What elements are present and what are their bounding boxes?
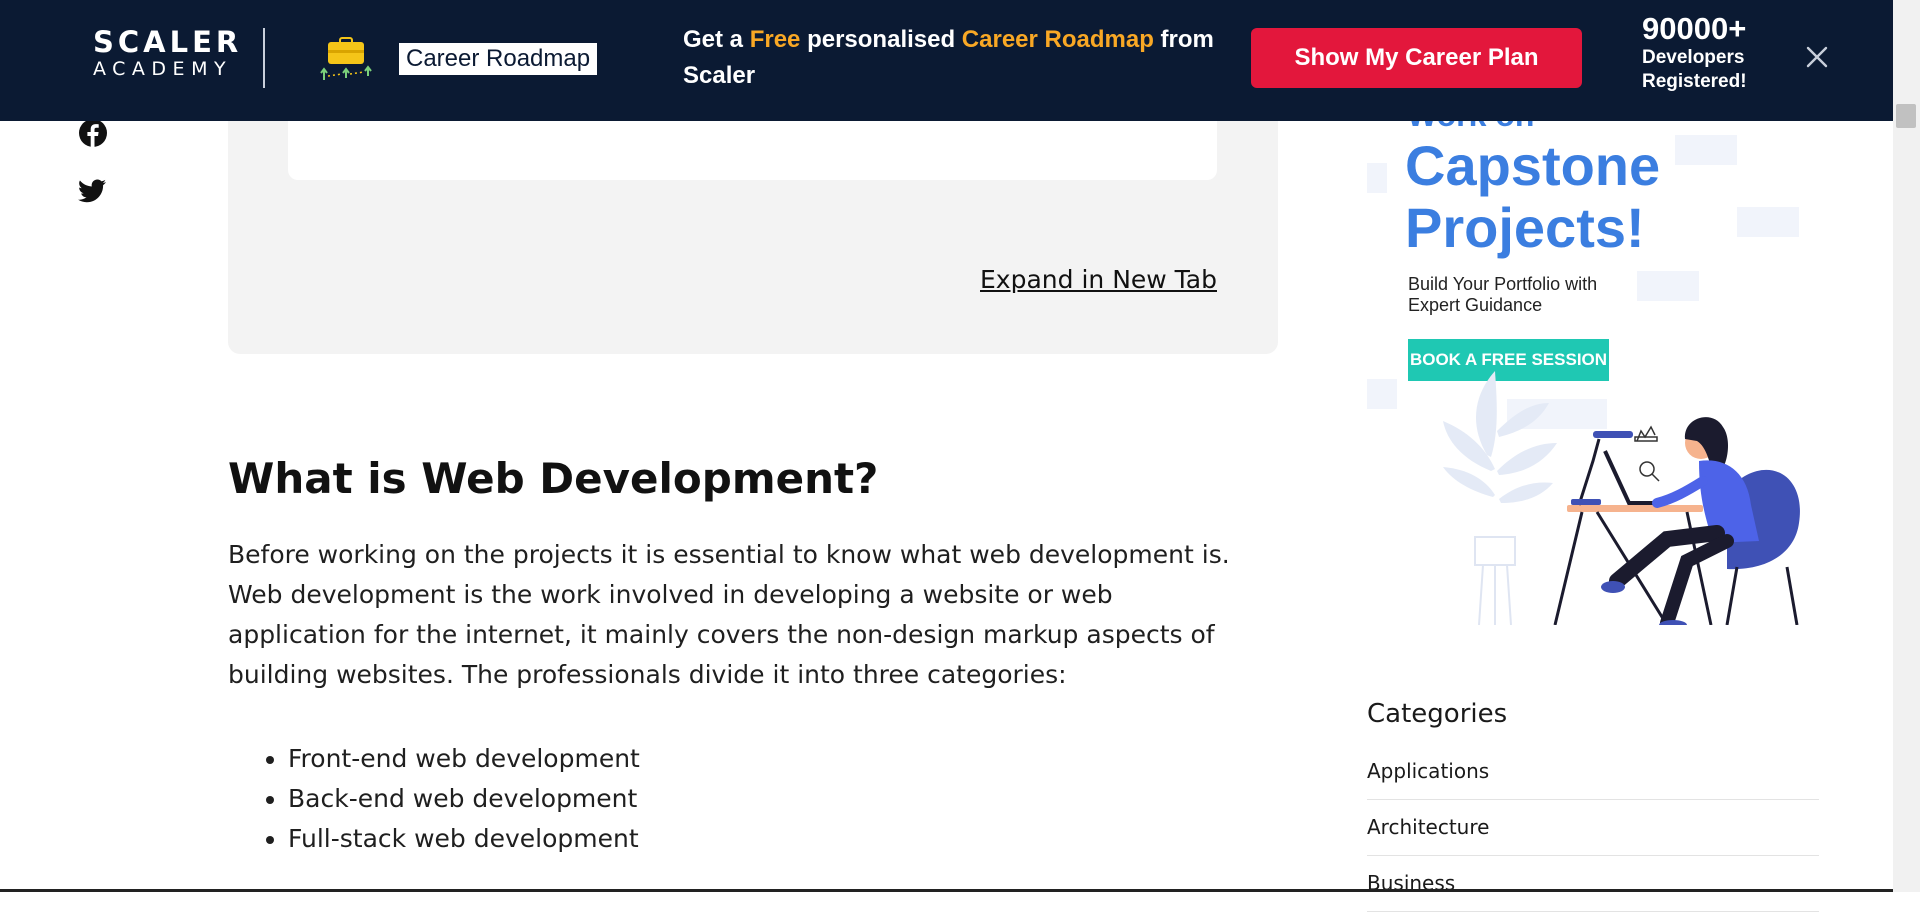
promo-highlight-free: Free bbox=[749, 26, 801, 53]
developer-count-caption: Developers bbox=[1642, 47, 1745, 68]
scrollbar-thumb[interactable] bbox=[1896, 104, 1916, 128]
developer-count: 90000+ Developers Registered! bbox=[1642, 12, 1772, 94]
logo-text-top: SCALER bbox=[93, 25, 243, 59]
ad-headline-line: Capstone bbox=[1405, 134, 1661, 197]
promo-text: Get a Free personalised Career Roadmap f… bbox=[683, 22, 1243, 94]
page-scrollbar[interactable] bbox=[1893, 0, 1920, 892]
categories-title: Categories bbox=[1367, 699, 1508, 729]
capstone-ad[interactable]: Work on Capstone Projects! Build Your Po… bbox=[1367, 121, 1807, 625]
list-item: Front-end web development bbox=[288, 739, 1268, 779]
category-list: Front-end web development Back-end web d… bbox=[228, 739, 1268, 859]
list-item: Back-end web development bbox=[288, 779, 1268, 819]
developer-count-number: 90000+ bbox=[1642, 11, 1747, 46]
promo-banner: SCALER ACADEMY Career Roadmap Get a Free… bbox=[0, 0, 1893, 121]
promo-highlight-roadmap: Career Roadmap bbox=[961, 26, 1154, 53]
ad-decoration bbox=[1367, 163, 1387, 193]
logo-text-bottom: ACADEMY bbox=[93, 58, 233, 80]
facebook-icon[interactable] bbox=[78, 118, 108, 148]
category-item-applications[interactable]: Applications bbox=[1367, 744, 1819, 800]
scaler-academy-logo[interactable]: SCALER ACADEMY bbox=[93, 25, 243, 80]
banner-divider bbox=[263, 28, 265, 88]
category-item-architecture[interactable]: Architecture bbox=[1367, 800, 1819, 856]
categories-section: Categories Applications Architecture Bus… bbox=[1367, 696, 1819, 912]
categories-list: Applications Architecture Business bbox=[1367, 744, 1819, 912]
ad-decoration bbox=[1737, 207, 1799, 237]
ad-decoration bbox=[1675, 135, 1737, 165]
promo-text-part: Get a bbox=[683, 26, 750, 53]
ad-headline: Capstone Projects! bbox=[1405, 135, 1660, 259]
article-paragraph: Before working on the projects it is ess… bbox=[228, 540, 1230, 689]
promo-text-part: personalised bbox=[800, 26, 962, 53]
ad-headline-line: Projects! bbox=[1405, 196, 1645, 259]
show-career-plan-button[interactable]: Show My Career Plan bbox=[1251, 28, 1582, 88]
twitter-icon[interactable] bbox=[78, 179, 106, 203]
article-section: What is Web Development? Before working … bbox=[228, 448, 1268, 859]
list-item: Full-stack web development bbox=[288, 819, 1268, 859]
roadmap-briefcase-icon bbox=[320, 37, 372, 80]
developer-illustration bbox=[1443, 371, 1800, 625]
close-icon[interactable] bbox=[1806, 46, 1828, 68]
embed-card: Expand in New Tab bbox=[228, 80, 1278, 354]
ad-top-text: Work on bbox=[1407, 121, 1534, 134]
developer-count-caption: Registered! bbox=[1642, 71, 1747, 92]
category-item-business[interactable]: Business bbox=[1367, 856, 1819, 912]
career-roadmap-label: Career Roadmap bbox=[399, 43, 598, 75]
section-heading: What is Web Development? bbox=[228, 454, 879, 503]
expand-in-new-tab-link[interactable]: Expand in New Tab bbox=[980, 265, 1217, 294]
